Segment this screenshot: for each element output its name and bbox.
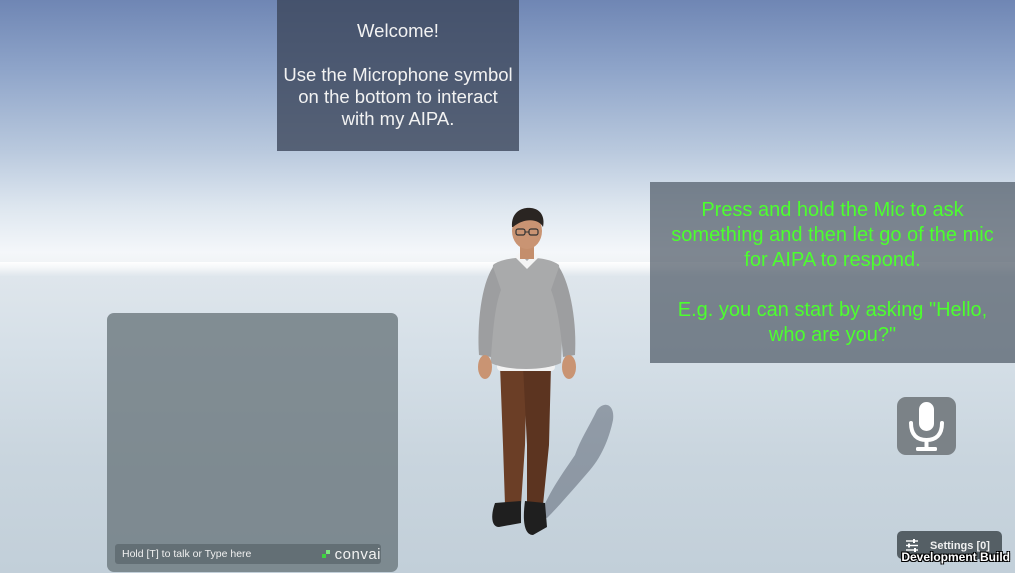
microphone-button[interactable] xyxy=(897,397,956,455)
instruction-panel: Press and hold the Mic to ask something … xyxy=(650,182,1015,363)
avatar-character xyxy=(478,207,576,535)
welcome-message: Use the Microphone symbol on the bottom … xyxy=(283,64,513,129)
chat-input-placeholder: Hold [T] to talk or Type here xyxy=(122,548,252,560)
chat-input[interactable]: Hold [T] to talk or Type here convai xyxy=(115,544,381,564)
welcome-title: Welcome! xyxy=(357,20,439,41)
welcome-panel: Welcome! Use the Microphone symbol on th… xyxy=(277,0,519,151)
convai-logo-icon xyxy=(321,549,332,559)
instruction-example: E.g. you can start by asking "Hello, who… xyxy=(677,299,988,346)
convai-logo-text: convai xyxy=(334,545,381,563)
chat-panel: Hold [T] to talk or Type here convai xyxy=(107,313,398,572)
microphone-icon xyxy=(909,402,944,451)
instruction-text: Press and hold the Mic to ask something … xyxy=(671,199,994,271)
convai-logo: convai xyxy=(321,545,381,563)
development-build-label: Development Build xyxy=(901,550,1010,564)
